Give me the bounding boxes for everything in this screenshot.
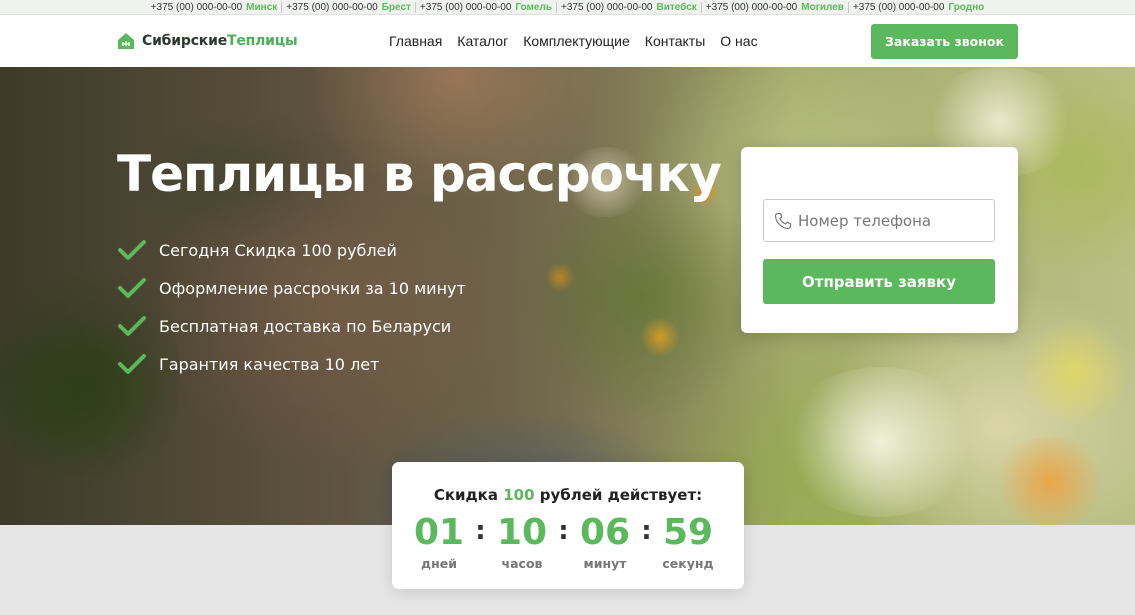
contact-grodno[interactable]: +375 (00) 000-00-00 Гродно [849,2,988,13]
timer-days: 01 дней [406,512,472,571]
feature-text: Бесплатная доставка по Беларуси [159,316,452,336]
submit-request-button[interactable]: Отправить заявку [763,259,995,304]
countdown-title-text: рублей действует: [534,486,703,504]
city-name: Могилев [801,1,844,13]
phone-icon [774,212,792,229]
timer-label: дней [421,556,457,571]
city-name: Гомель [515,1,552,13]
discount-countdown: Скидка 100 рублей действует: 01 дней : 1… [392,462,744,589]
logo-text-part1: Сибирские [142,33,227,49]
timer-value: 06 [579,512,631,553]
hero-title: Теплицы в рассрочку [117,145,722,203]
timer-label: минут [583,556,627,571]
site-logo[interactable]: Сибирские Теплицы [117,32,298,50]
site-header: Сибирские Теплицы Главная Каталог Комплек… [0,15,1135,67]
countdown-title-text: Скидка [433,486,504,504]
discount-amount: 100 [503,486,535,504]
timer-value: 01 [413,512,465,553]
timer-separator: : [558,516,569,546]
phone-number[interactable]: +375 (00) 000-00-00 [420,2,511,13]
contact-mogilev[interactable]: +375 (00) 000-00-00 Могилев [702,1,849,13]
nav-about[interactable]: О нас [720,33,757,49]
contact-gomel[interactable]: +375 (00) 000-00-00 Гомель [416,1,557,13]
contact-vitebsk[interactable]: +375 (00) 000-00-00 Витебск [557,1,702,13]
city-name: Витебск [656,1,697,13]
phone-number[interactable]: +375 (00) 000-00-00 [561,2,652,13]
request-form-card: Отправить заявку [741,147,1018,333]
top-contact-bar: +375 (00) 000-00-00 Минск +375 (00) 000-0… [0,0,1135,15]
feature-text: Сегодня Скидка 100 рублей [159,240,397,260]
check-icon [118,316,146,336]
main-nav: Главная Каталог Комплектующие Контакты О… [389,33,758,49]
timer-label: часов [501,556,543,571]
timer-hours: 10 часов [489,512,555,571]
feature-text: Гарантия качества 10 лет [159,354,380,374]
city-name: Гродно [948,1,985,13]
timer-seconds: 59 секунд [655,512,721,571]
nav-contacts[interactable]: Контакты [645,33,705,49]
timer-value: 59 [662,512,714,553]
greenhouse-house-icon [118,33,134,49]
countdown-timer: 01 дней : 10 часов : 06 минут : 59 секун… [406,512,721,571]
contact-brest[interactable]: +375 (00) 000-00-00 Брест [282,1,416,13]
logo-text-part2: Теплицы [227,33,298,49]
nav-components[interactable]: Комплектующие [523,33,630,49]
timer-value: 10 [496,512,548,553]
city-name: Минск [246,1,278,13]
city-name: Брест [381,1,411,13]
phone-number[interactable]: +375 (00) 000-00-00 [706,2,797,13]
timer-separator: : [475,516,486,546]
countdown-title: Скидка 100 рублей действует: [392,486,744,504]
phone-number[interactable]: +375 (00) 000-00-00 [151,2,242,13]
feature-list: Сегодня Скидка 100 рублей Оформление рас… [117,231,466,383]
nav-catalog[interactable]: Каталог [457,33,508,49]
feature-item: Оформление рассрочки за 10 минут [117,269,466,307]
hero-section: Теплицы в рассрочку Сегодня Скидка 100 р… [0,67,1135,525]
phone-input[interactable] [798,211,988,230]
feature-text: Оформление рассрочки за 10 минут [159,278,466,298]
feature-item: Бесплатная доставка по Беларуси [117,307,466,345]
timer-separator: : [641,516,652,546]
nav-home[interactable]: Главная [389,33,442,49]
feature-item: Сегодня Скидка 100 рублей [117,231,466,269]
phone-field[interactable] [763,199,995,242]
check-icon [118,240,146,260]
feature-item: Гарантия качества 10 лет [117,345,466,383]
check-icon [118,278,146,298]
contact-minsk[interactable]: +375 (00) 000-00-00 Минск [147,1,283,13]
phone-number[interactable]: +375 (00) 000-00-00 [286,2,377,13]
phone-number[interactable]: +375 (00) 000-00-00 [853,2,944,13]
check-icon [118,354,146,374]
order-call-button[interactable]: Заказать звонок [871,24,1018,59]
timer-label: секунд [662,556,714,571]
timer-minutes: 06 минут [572,512,638,571]
